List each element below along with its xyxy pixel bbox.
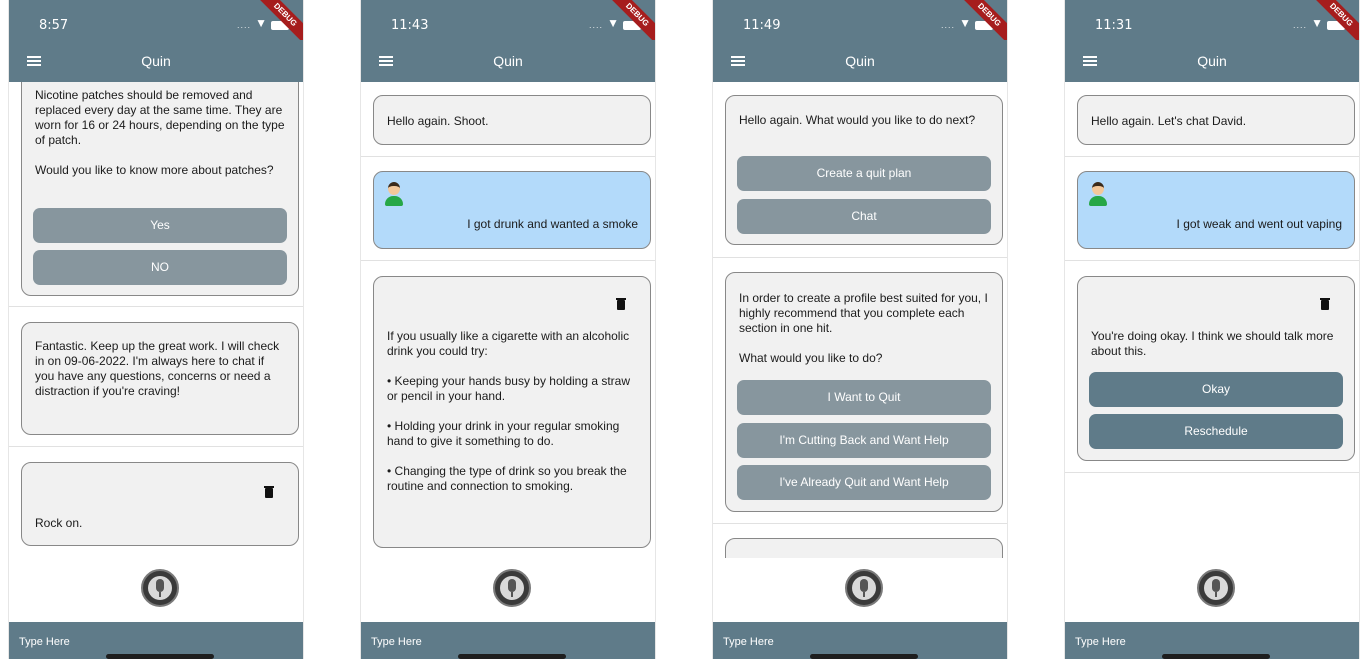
bot-message: Hello again. Let's chat David.: [1077, 95, 1355, 145]
bot-message: Fantastic. Keep up the great work. I wil…: [21, 322, 299, 435]
signal-icon: ....: [940, 20, 955, 30]
phone-screen-2: 11:43 .... ▼ DEBUG Quin Hello again. Sho…: [360, 0, 656, 659]
message-text: Rock on.: [35, 516, 83, 530]
chat-button[interactable]: Chat: [737, 199, 991, 234]
user-avatar-icon: [1088, 182, 1108, 208]
divider: [361, 156, 655, 157]
message-text: Hello again. Shoot.: [387, 114, 489, 128]
signal-icon: ....: [236, 20, 251, 30]
create-quit-plan-button[interactable]: Create a quit plan: [737, 156, 991, 191]
status-time: 8:57: [39, 18, 69, 33]
divider: [1065, 260, 1359, 261]
trash-icon[interactable]: [616, 298, 626, 310]
trash-icon[interactable]: [264, 486, 274, 498]
user-message: I got drunk and wanted a smoke: [373, 171, 651, 249]
divider: [713, 257, 1007, 258]
message-text: Hello again. What would you like to do n…: [739, 113, 976, 127]
status-time: 11:49: [743, 18, 781, 33]
wifi-icon: ▼: [607, 16, 619, 30]
app-title: Quin: [1197, 53, 1227, 69]
no-button[interactable]: NO: [33, 250, 287, 285]
bot-message: You're doing okay. I think we should tal…: [1077, 276, 1355, 461]
home-indicator: [810, 654, 918, 659]
divider: [1065, 472, 1359, 473]
chat-list[interactable]: Nicotine patches should be removed and r…: [9, 82, 303, 558]
message-text: Nicotine patches should be removed and r…: [35, 88, 285, 177]
app-title: Quin: [141, 53, 171, 69]
microphone-icon: [148, 576, 172, 600]
chat-list[interactable]: Hello again. What would you like to do n…: [713, 82, 1007, 558]
app-title: Quin: [845, 53, 875, 69]
phone-screen-3: 11:49 .... ▼ DEBUG Quin Hello again. Wha…: [712, 0, 1008, 659]
app-bar: Quin: [361, 40, 655, 82]
chat-list[interactable]: Hello again. Shoot. I got drunk and want…: [361, 82, 655, 558]
bot-message: In order to create a profile best suited…: [725, 272, 1003, 512]
message-text: If you usually like a cigarette with an …: [387, 329, 631, 493]
user-message: I got weak and went out vaping: [1077, 171, 1355, 249]
signal-icon: ....: [1292, 20, 1307, 30]
microphone-button[interactable]: [845, 569, 883, 607]
divider: [9, 446, 303, 447]
divider: [713, 523, 1007, 524]
microphone-button[interactable]: [493, 569, 531, 607]
message-text: Fantastic. Keep up the great work. I wil…: [35, 339, 280, 398]
status-bar: 11:31 .... ▼ DEBUG: [1065, 0, 1359, 49]
home-indicator: [106, 654, 214, 659]
app-title: Quin: [493, 53, 523, 69]
divider: [1065, 156, 1359, 157]
app-bar: Quin: [713, 40, 1007, 82]
microphone-icon: [852, 576, 876, 600]
status-time: 11:43: [391, 18, 429, 33]
trash-icon[interactable]: [1320, 298, 1330, 310]
signal-icon: ....: [588, 20, 603, 30]
wifi-icon: ▼: [255, 16, 267, 30]
home-indicator: [1162, 654, 1270, 659]
status-bar: 8:57 .... ▼ DEBUG: [9, 0, 303, 49]
message-text: I got weak and went out vaping: [1176, 217, 1342, 231]
message-text: You're doing okay. I think we should tal…: [1091, 329, 1334, 358]
message-input[interactable]: Type Here: [19, 636, 70, 648]
microphone-button[interactable]: [141, 569, 179, 607]
app-bar: Quin: [9, 40, 303, 82]
phone-screen-4: 11:31 .... ▼ DEBUG Quin Hello again. Let…: [1064, 0, 1360, 659]
message-input[interactable]: Type Here: [1075, 636, 1126, 648]
phone-screen-1: 8:57 .... ▼ DEBUG Quin Nicotine patches …: [8, 0, 304, 659]
message-text: Hello again. Let's chat David.: [1091, 114, 1247, 128]
cutting-back-button[interactable]: I'm Cutting Back and Want Help: [737, 423, 991, 458]
bot-message: Hello again. What would you like to do n…: [725, 95, 1003, 245]
bot-message: Nicotine patches should be removed and r…: [21, 82, 299, 296]
bot-message: [725, 538, 1003, 558]
status-time: 11:31: [1095, 18, 1133, 33]
message-input[interactable]: Type Here: [723, 636, 774, 648]
reschedule-button[interactable]: Reschedule: [1089, 414, 1343, 449]
app-bar: Quin: [1065, 40, 1359, 82]
wifi-icon: ▼: [959, 16, 971, 30]
wifi-icon: ▼: [1311, 16, 1323, 30]
message-text: In order to create a profile best suited…: [739, 291, 988, 365]
message-text: I got drunk and wanted a smoke: [467, 217, 638, 231]
microphone-icon: [500, 576, 524, 600]
status-bar: 11:49 .... ▼ DEBUG: [713, 0, 1007, 49]
bot-message: Hello again. Shoot.: [373, 95, 651, 145]
divider: [361, 260, 655, 261]
already-quit-button[interactable]: I've Already Quit and Want Help: [737, 465, 991, 500]
divider: [9, 306, 303, 307]
status-bar: 11:43 .... ▼ DEBUG: [361, 0, 655, 49]
message-input[interactable]: Type Here: [371, 636, 422, 648]
want-to-quit-button[interactable]: I Want to Quit: [737, 380, 991, 415]
okay-button[interactable]: Okay: [1089, 372, 1343, 407]
bot-message: Rock on.: [21, 462, 299, 546]
yes-button[interactable]: Yes: [33, 208, 287, 243]
home-indicator: [458, 654, 566, 659]
microphone-icon: [1204, 576, 1228, 600]
microphone-button[interactable]: [1197, 569, 1235, 607]
user-avatar-icon: [384, 182, 404, 208]
bot-message: If you usually like a cigarette with an …: [373, 276, 651, 548]
chat-list[interactable]: Hello again. Let's chat David. I got wea…: [1065, 82, 1359, 558]
